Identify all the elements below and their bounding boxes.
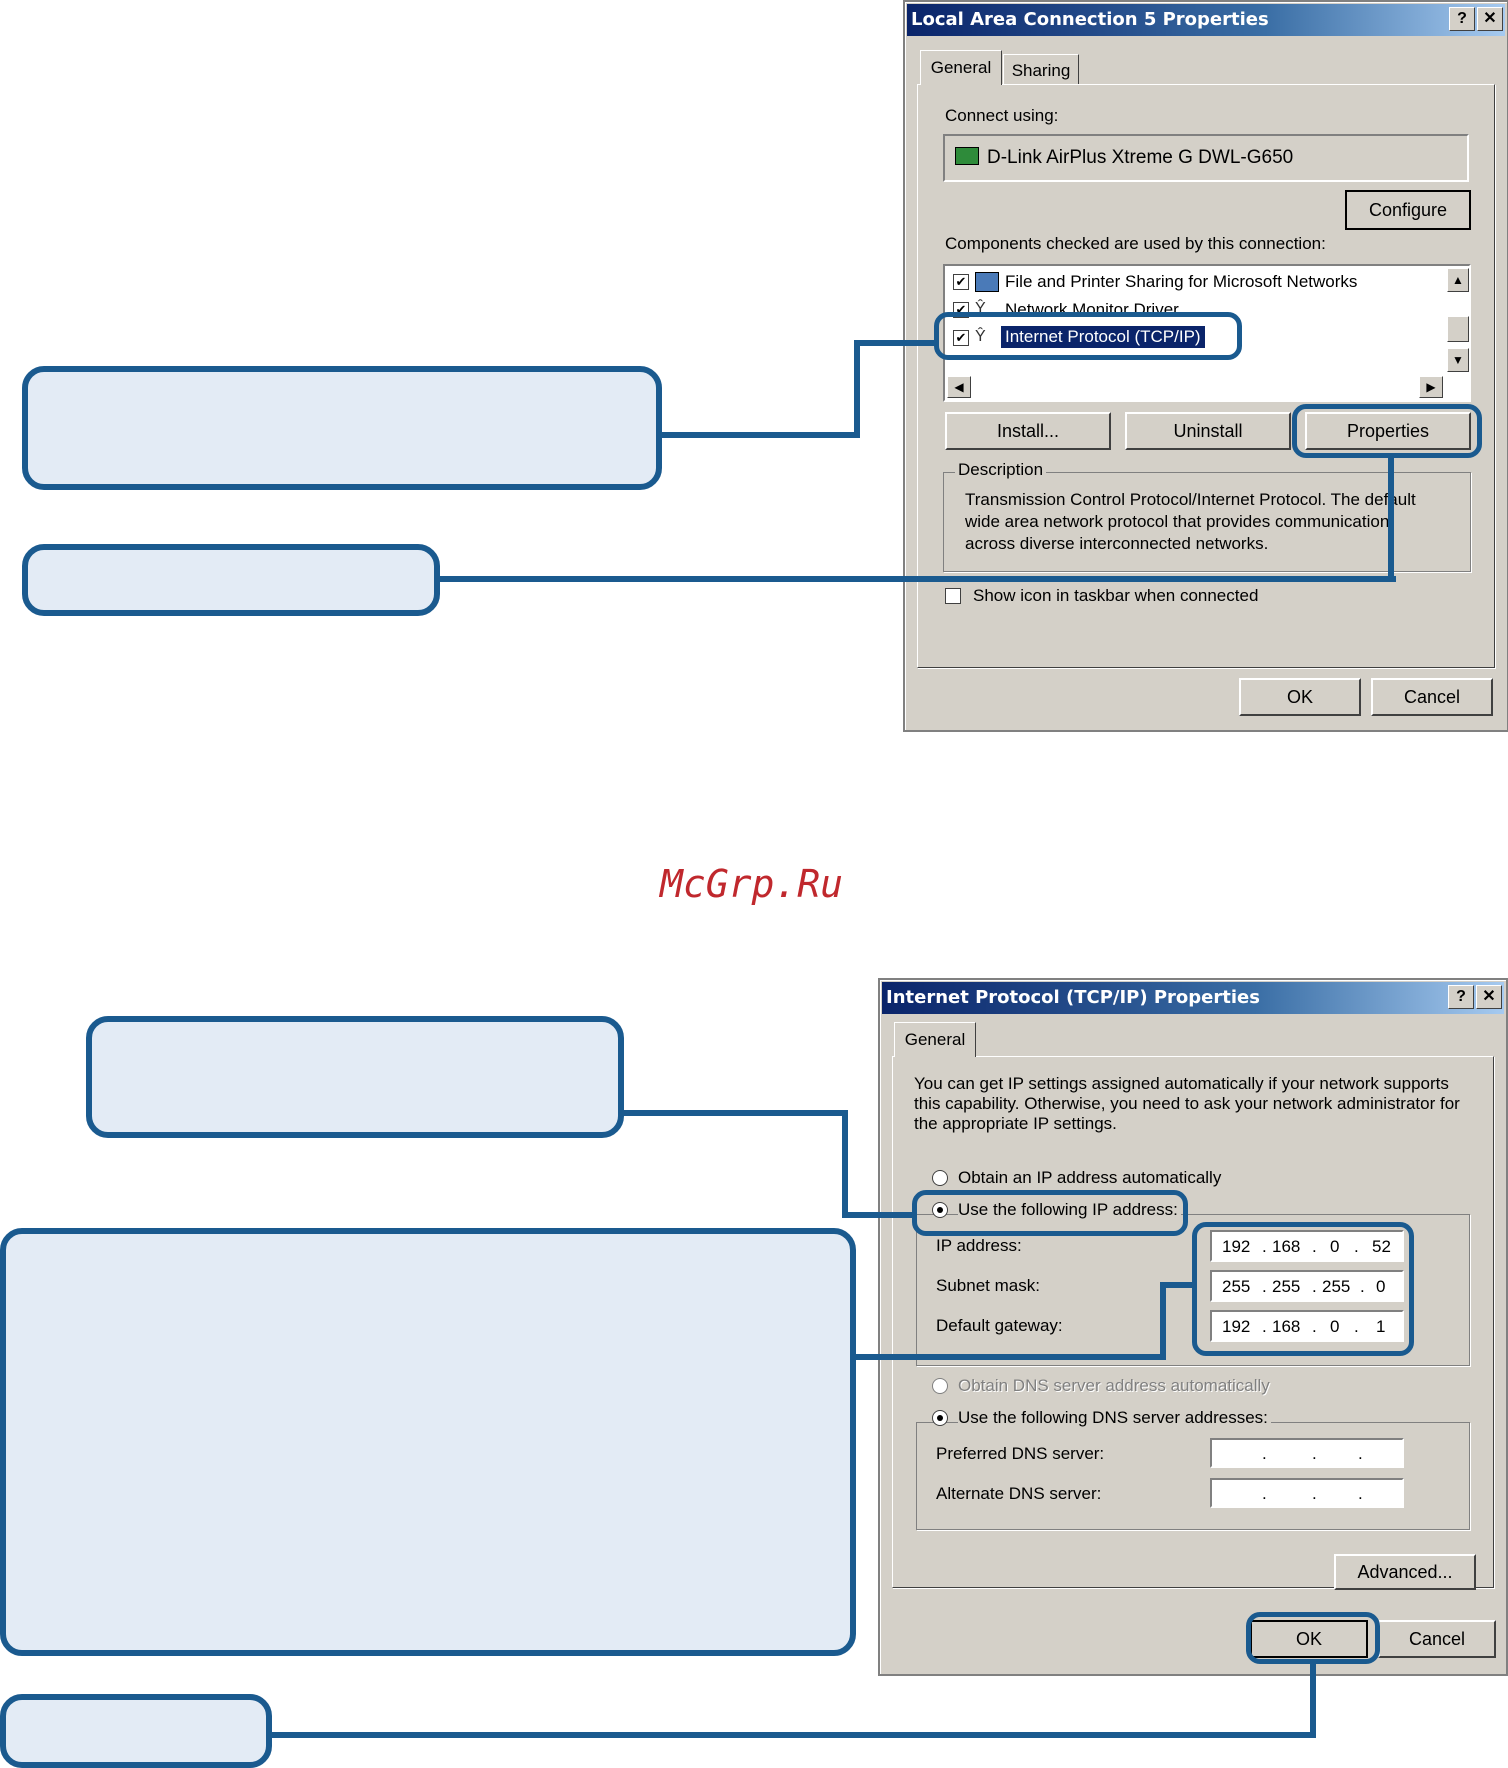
description-line: wide area network protocol that provides… [965, 512, 1390, 531]
connector-line [842, 1212, 914, 1218]
obtain-ip-radio[interactable] [932, 1170, 948, 1186]
cancel-button[interactable]: Cancel [1371, 678, 1493, 716]
cancel-button[interactable]: Cancel [1378, 1620, 1496, 1658]
help-button[interactable]: ? [1449, 7, 1475, 31]
connector-line [1310, 1662, 1316, 1738]
components-label: Components checked are used by this conn… [945, 234, 1326, 253]
ip-fields-highlight [1192, 1222, 1414, 1356]
adapter-field: D-Link AirPlus Xtreme G DWL-G650 [943, 134, 1469, 182]
show-icon-checkbox[interactable] [945, 588, 961, 604]
ip-dot: . [1312, 1484, 1317, 1503]
lan-properties-dialog: Local Area Connection 5 Properties ? ✕ G… [903, 0, 1508, 732]
intro-line: You can get IP settings assigned automat… [914, 1074, 1449, 1093]
properties-highlight [1292, 404, 1482, 458]
connector-line [1160, 1282, 1194, 1288]
use-dns-label: Use the following DNS server addresses: [958, 1408, 1271, 1428]
callout-box [0, 1694, 272, 1768]
ip-dot: . [1262, 1444, 1267, 1463]
tab-general[interactable]: General [920, 50, 1002, 85]
dialog-title: Internet Protocol (TCP/IP) Properties [882, 982, 1504, 1014]
tab-general[interactable]: General [894, 1022, 976, 1057]
adapter-name: D-Link AirPlus Xtreme G DWL-G650 [987, 147, 1294, 168]
ip-dot: . [1312, 1444, 1317, 1463]
ip-dot: . [1262, 1484, 1267, 1503]
callout-box [22, 544, 440, 616]
intro-line: the appropriate IP settings. [914, 1114, 1117, 1133]
connect-using-label: Connect using: [945, 106, 1059, 125]
description-label: Description [955, 460, 1047, 480]
description-line: Transmission Control Protocol/Internet P… [965, 490, 1416, 509]
install-button[interactable]: Install... [945, 412, 1111, 450]
network-card-icon [955, 147, 979, 165]
show-icon-label: Show icon in taskbar when connected [973, 586, 1259, 605]
intro-line: this capability. Otherwise, you need to … [914, 1094, 1460, 1113]
preferred-dns-field[interactable]: . . . [1210, 1438, 1404, 1468]
connector-line [854, 1354, 1166, 1360]
default-gateway-label: Default gateway: [936, 1316, 1063, 1335]
ip-dot: . [1358, 1484, 1363, 1503]
dialog-title: Local Area Connection 5 Properties [907, 4, 1505, 36]
connector-line [854, 340, 936, 346]
obtain-dns-radio [932, 1378, 948, 1394]
connector-line [842, 1110, 848, 1218]
tcpip-highlight [934, 312, 1242, 360]
scroll-right-arrow[interactable]: ▶ [1419, 376, 1443, 398]
connector-line [438, 576, 1396, 582]
connector-line [270, 1732, 1316, 1738]
alternate-dns-label: Alternate DNS server: [936, 1484, 1102, 1503]
uninstall-button[interactable]: Uninstall [1125, 412, 1291, 450]
ok-highlight [1246, 1612, 1380, 1664]
scroll-left-arrow[interactable]: ◀ [947, 376, 971, 398]
scroll-thumb[interactable] [1447, 316, 1469, 342]
callout-box [22, 366, 662, 490]
connector-line [1160, 1282, 1166, 1360]
use-ip-highlight [912, 1190, 1188, 1236]
close-button[interactable]: ✕ [1476, 985, 1502, 1009]
configure-button[interactable]: Configure [1345, 190, 1471, 230]
tab-sharing[interactable]: Sharing [1003, 54, 1079, 85]
callout-box [86, 1016, 624, 1138]
help-button[interactable]: ? [1448, 985, 1474, 1009]
watermark: McGrp.Ru [660, 862, 844, 906]
advanced-button[interactable]: Advanced... [1334, 1554, 1476, 1590]
description-line: across diverse interconnected networks. [965, 534, 1269, 553]
connector-line [854, 340, 860, 438]
component-checkbox[interactable]: ✔ [953, 274, 969, 290]
file-printer-sharing-icon [975, 272, 999, 292]
ip-address-label: IP address: [936, 1236, 1022, 1255]
scroll-down-arrow[interactable]: ▼ [1447, 348, 1469, 372]
obtain-ip-label: Obtain an IP address automatically [958, 1168, 1222, 1187]
ok-button[interactable]: OK [1239, 678, 1361, 716]
connector-line [1388, 456, 1394, 582]
use-dns-radio[interactable] [932, 1410, 948, 1426]
callout-box [0, 1228, 856, 1656]
obtain-dns-label: Obtain DNS server address automatically [958, 1376, 1270, 1395]
scroll-up-arrow[interactable]: ▲ [1447, 268, 1469, 292]
ip-dot: . [1358, 1444, 1363, 1463]
preferred-dns-label: Preferred DNS server: [936, 1444, 1105, 1463]
close-button[interactable]: ✕ [1477, 7, 1503, 31]
alternate-dns-field[interactable]: . . . [1210, 1478, 1404, 1508]
connector-line [622, 1110, 848, 1116]
subnet-mask-label: Subnet mask: [936, 1276, 1040, 1295]
component-label: File and Printer Sharing for Microsoft N… [1005, 272, 1358, 291]
connector-line [660, 432, 860, 438]
